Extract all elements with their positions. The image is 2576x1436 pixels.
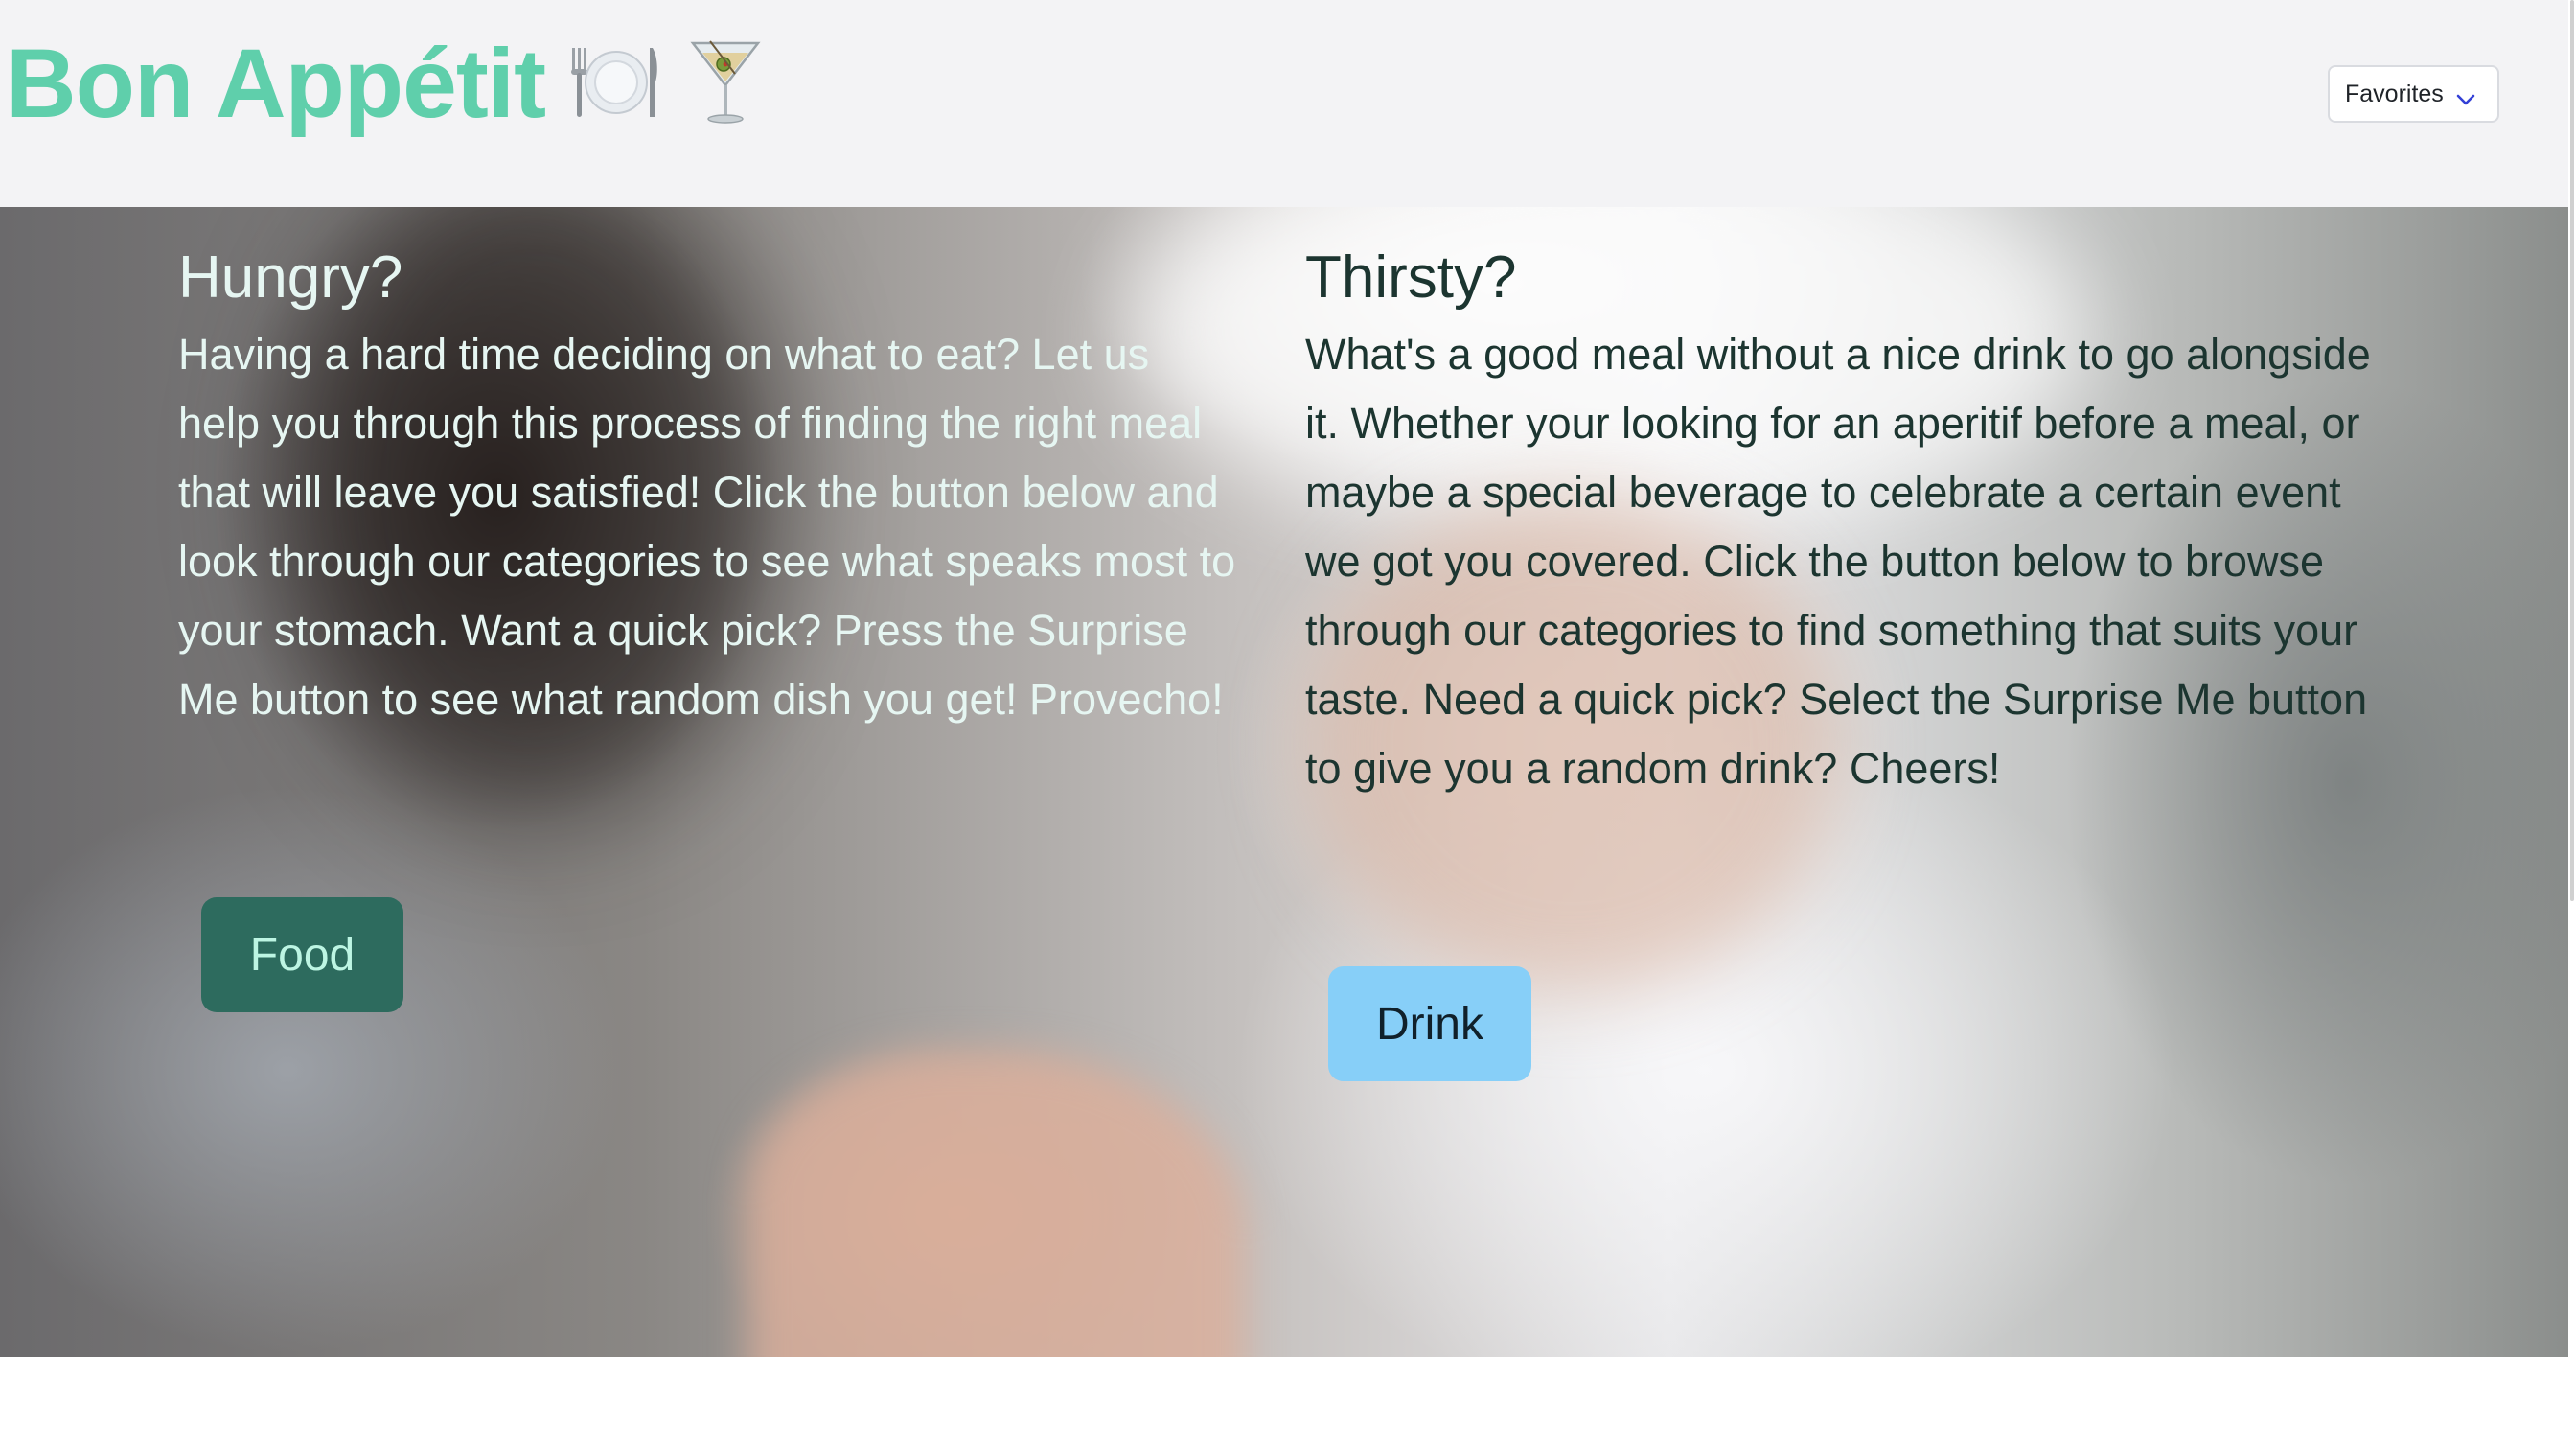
hungry-column: Hungry? Having a hard time deciding on w… — [178, 240, 1242, 734]
brand[interactable]: Bon Appétit — [6, 21, 764, 146]
drink-button[interactable]: Drink — [1328, 966, 1531, 1081]
thirsty-column: Thirsty? What's a good meal without a ni… — [1305, 240, 2407, 803]
food-button[interactable]: Food — [201, 897, 403, 1012]
footer-strip — [0, 1357, 2576, 1436]
hero-section: Hungry? Having a hard time deciding on w… — [0, 207, 2568, 1357]
hero-background-hand — [748, 1051, 1246, 1357]
cocktail-glass-icon — [687, 35, 764, 132]
brand-title: Bon Appétit — [6, 28, 546, 138]
thirsty-description: What's a good meal without a nice drink … — [1305, 330, 2371, 793]
page: Bon Appétit Favorites Hungry? Having a h… — [0, 0, 2576, 1436]
chevron-down-icon — [2455, 86, 2476, 114]
site-header: Bon Appétit Favorites — [0, 0, 2568, 207]
thirsty-heading: Thirsty? — [1305, 244, 1517, 311]
hungry-description: Having a hard time deciding on what to e… — [178, 330, 1236, 724]
favorites-dropdown[interactable]: Favorites — [2328, 65, 2499, 123]
hungry-heading: Hungry? — [178, 244, 403, 311]
favorites-label: Favorites — [2345, 80, 2444, 107]
fork-knife-plate-icon — [566, 38, 666, 129]
scrollbar-thumb[interactable] — [2570, 0, 2574, 901]
